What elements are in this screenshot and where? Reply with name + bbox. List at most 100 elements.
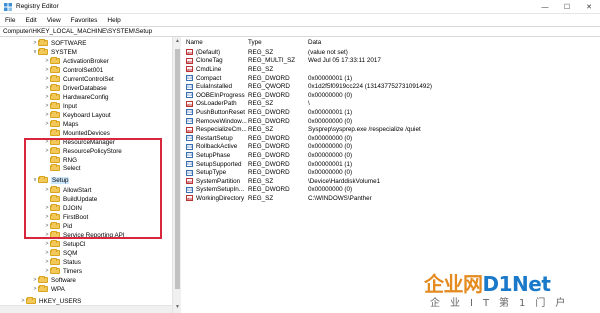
value-data: Wed Jul 05 17:33:11 2017 — [308, 57, 381, 65]
value-row[interactable]: 011 RemoveWindow... REG_DWORD 0x00000000 (0… — [182, 117, 600, 126]
value-row[interactable]: ab OsLoaderPath REG_SZ \ — [182, 100, 600, 109]
tree-vertical-scrollbar[interactable]: ▲ ▼ — [172, 37, 181, 313]
tree-item-label: ControlSet001 — [63, 66, 104, 74]
value-row[interactable]: ab CloneTag REG_MULTI_SZ Wed Jul 05 17:33:1… — [182, 57, 600, 66]
menu-file[interactable]: File — [0, 17, 20, 24]
tree-item-label: DriverDatabase — [63, 84, 107, 92]
tree-item[interactable]: > HKEY_USERS — [20, 297, 81, 305]
value-row[interactable]: 011 SetupType REG_DWORD 0x00000000 (0) — [182, 168, 600, 177]
string-value-icon: ab — [186, 57, 193, 64]
value-data: 0x1d2f5f0919cc224 (131437752731091492) — [308, 83, 432, 91]
menu-help[interactable]: Help — [102, 17, 125, 24]
value-row[interactable]: 011 RollbackActive REG_DWORD 0x00000000 (0) — [182, 143, 600, 152]
menu-view[interactable]: View — [42, 17, 66, 24]
value-type: REG_DWORD — [248, 91, 290, 99]
string-value-icon: ab — [186, 178, 193, 185]
value-type: REG_SZ — [248, 177, 274, 185]
value-name: WorkingDirectory — [196, 194, 245, 202]
address-bar[interactable]: Computer\HKEY_LOCAL_MACHINE\SYSTEM\Setup — [0, 26, 600, 37]
value-name-cell: ab WorkingDirectory — [186, 195, 244, 202]
value-name-cell: 011 OOBEInProgress — [186, 92, 245, 99]
tree-item[interactable]: > Timers — [44, 267, 82, 275]
binary-value-icon: 011 — [186, 152, 193, 159]
tree-item[interactable]: > ActivationBroker — [44, 57, 109, 65]
value-name: RestartSetup — [196, 134, 233, 142]
tree-item[interactable]: > Software — [32, 276, 76, 284]
value-name: OOBEInProgress — [196, 91, 245, 99]
value-name: RemoveWindow... — [196, 117, 247, 125]
minimize-button[interactable]: — — [534, 0, 556, 14]
value-row[interactable]: 011 SetupPhase REG_DWORD 0x00000000 (0) — [182, 151, 600, 160]
string-value-icon: ab — [186, 66, 193, 73]
value-row[interactable]: 011 OOBEInProgress REG_DWORD 0x00000000 (0) — [182, 91, 600, 100]
value-row[interactable]: 011 SystemSetupIn... REG_DWORD 0x00000000 (… — [182, 186, 600, 195]
watermark-cn: 企业网 — [424, 272, 483, 296]
value-name-cell: ab OsLoaderPath — [186, 100, 237, 107]
tree-item[interactable]: > Keyboard Layout — [44, 111, 111, 119]
tree-item[interactable]: > WPA — [32, 285, 65, 293]
value-name-cell: 011 RollbackActive — [186, 143, 237, 150]
value-row[interactable]: ab WorkingDirectory REG_SZ C:\WINDOWS\Panth… — [182, 194, 600, 203]
tree-item[interactable]: > DriverDatabase — [44, 84, 107, 92]
value-row[interactable]: 011 PushButtonReset REG_DWORD 0x00000001 (1… — [182, 108, 600, 117]
close-button[interactable]: ✕ — [578, 0, 600, 14]
value-data: 0x00000001 (1) — [308, 160, 353, 168]
value-data: \ — [308, 100, 310, 108]
value-row[interactable]: ab SystemPartition REG_SZ \Device\HarddiskV… — [182, 177, 600, 186]
maximize-button[interactable]: ☐ — [556, 0, 578, 14]
tree-item[interactable]: > SOFTWARE — [32, 39, 86, 47]
value-data: 0x00000000 (0) — [308, 151, 353, 159]
column-header-type[interactable]: Type — [248, 39, 262, 47]
value-name-cell: 011 EulaInstalled — [186, 83, 232, 90]
address-path[interactable]: Computer\HKEY_LOCAL_MACHINE\SYSTEM\Setup — [3, 28, 152, 35]
column-header-name[interactable]: Name — [186, 39, 203, 47]
tree-item[interactable]: > HardwareConfig — [44, 93, 109, 101]
value-type: REG_DWORD — [248, 134, 290, 142]
value-row[interactable]: ab (Default) REG_SZ (value not set) — [182, 48, 600, 57]
tree-item[interactable]: > CurrentControlSet — [44, 75, 114, 83]
tree-item[interactable]: > SetupCl — [44, 240, 85, 248]
string-value-icon: ab — [186, 49, 193, 56]
tree-item-label: CurrentControlSet — [63, 75, 114, 83]
tree-item-label: SYSTEM — [51, 48, 77, 56]
scroll-down-icon[interactable]: ▼ — [174, 304, 181, 312]
tree-item-label: MountedDevices — [63, 129, 110, 137]
value-name-cell: 011 RestartSetup — [186, 135, 233, 142]
tree-item[interactable]: v SYSTEM — [32, 48, 77, 56]
tree-item[interactable]: > ControlSet001 — [44, 66, 103, 74]
scroll-up-icon[interactable]: ▲ — [174, 38, 181, 46]
tree-item[interactable]: > Maps — [44, 120, 78, 128]
value-data: Sysprep\sysprep.exe /respecialize /quiet — [308, 126, 421, 134]
tree-item-label: HKEY_USERS — [39, 297, 82, 305]
value-row[interactable]: 011 Compact REG_DWORD 0x00000001 (1) — [182, 74, 600, 83]
value-name: SetupPhase — [196, 151, 231, 159]
value-type: REG_DWORD — [248, 108, 290, 116]
value-name: SystemPartition — [196, 177, 241, 185]
value-data: 0x00000000 (0) — [308, 134, 353, 142]
menu-favorites[interactable]: Favorites — [66, 17, 103, 24]
value-row[interactable]: 011 SetupSupported REG_DWORD 0x00000001 (1) — [182, 160, 600, 169]
folder-icon — [50, 84, 60, 91]
tree-item[interactable]: > SQM — [44, 249, 77, 257]
value-name-cell: ab CloneTag — [186, 57, 223, 64]
value-name: PushButtonReset — [196, 108, 246, 116]
tree-item[interactable]: > Input — [44, 102, 77, 110]
tree-horizontal-scrollbar[interactable] — [0, 305, 172, 313]
value-row[interactable]: 011 RestartSetup REG_DWORD 0x00000000 (0) — [182, 134, 600, 143]
value-data: 0x00000000 (0) — [308, 186, 353, 194]
value-row[interactable]: ab RespecializeCm... REG_SZ Sysprep\sysprep… — [182, 125, 600, 134]
tree-item[interactable]: > Status — [44, 258, 81, 266]
value-name: Compact — [196, 74, 222, 82]
column-header-data[interactable]: Data — [308, 39, 321, 47]
scrollbar-thumb[interactable] — [175, 49, 180, 289]
window-title: Registry Editor — [16, 3, 59, 10]
folder-icon — [50, 258, 60, 265]
value-name: CmdLine — [196, 65, 222, 73]
menu-edit[interactable]: Edit — [20, 17, 41, 24]
tree-item[interactable]: MountedDevices — [44, 129, 110, 137]
value-type: REG_DWORD — [248, 74, 290, 82]
value-data: 0x00000000 (0) — [308, 169, 353, 177]
value-row[interactable]: 011 EulaInstalled REG_QWORD 0x1d2f5f0919cc2… — [182, 82, 600, 91]
value-name-cell: 011 RemoveWindow... — [186, 118, 247, 125]
value-row[interactable]: ab CmdLine REG_SZ — [182, 65, 600, 74]
